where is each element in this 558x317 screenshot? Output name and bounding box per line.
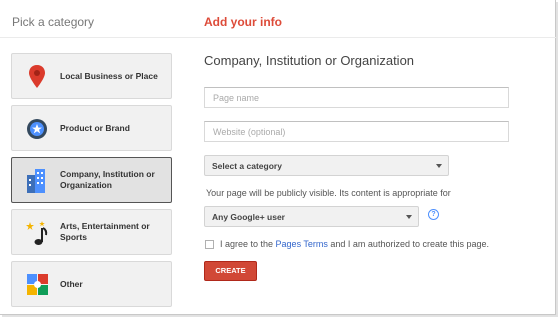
- header: Pick a category Add your info: [0, 0, 556, 38]
- category-label: Other: [60, 278, 83, 289]
- agree-text: I agree to the Pages Terms and I am auth…: [220, 239, 489, 249]
- website-input[interactable]: [204, 121, 509, 142]
- category-select-value: Select a category: [212, 161, 282, 171]
- category-label: Arts, Entertainment or Sports: [60, 221, 150, 242]
- agree-suffix: and I am authorized to create this page.: [327, 239, 490, 249]
- category-label: Local Business or Place: [60, 70, 158, 81]
- create-button[interactable]: CREATE: [204, 261, 257, 281]
- music-note-icon: [24, 219, 50, 247]
- visibility-note: Your page will be publicly visible. Its …: [206, 188, 451, 198]
- category-label: Company, Institution or Organization: [60, 169, 155, 190]
- category-arts-entertainment[interactable]: Arts, Entertainment or Sports: [11, 209, 172, 255]
- agree-checkbox[interactable]: [205, 240, 214, 249]
- audience-select[interactable]: Any Google+ user: [204, 206, 419, 227]
- agree-prefix: I agree to the: [220, 239, 276, 249]
- category-local-business[interactable]: Local Business or Place: [11, 53, 172, 99]
- audience-select-value: Any Google+ user: [212, 212, 285, 222]
- add-info-heading: Add your info: [204, 15, 282, 29]
- squares-icon: [24, 271, 50, 299]
- building-icon: [24, 167, 50, 195]
- category-company-institution[interactable]: Company, Institution or Organization: [11, 157, 172, 203]
- chevron-down-icon: [436, 164, 442, 168]
- form-title: Company, Institution or Organization: [204, 53, 415, 68]
- pages-terms-link[interactable]: Pages Terms: [276, 239, 328, 249]
- pick-category-heading: Pick a category: [12, 15, 95, 29]
- help-icon[interactable]: ?: [428, 209, 439, 220]
- dialog-frame: Pick a category Add your info Local Busi…: [0, 0, 556, 315]
- map-pin-icon: [24, 63, 50, 91]
- category-other[interactable]: Other: [11, 261, 172, 307]
- product-badge-icon: [24, 115, 50, 143]
- category-label: Product or Brand: [60, 122, 130, 133]
- category-product-brand[interactable]: Product or Brand: [11, 105, 172, 151]
- chevron-down-icon: [406, 215, 412, 219]
- category-select[interactable]: Select a category: [204, 155, 449, 176]
- page-name-input[interactable]: [204, 87, 509, 108]
